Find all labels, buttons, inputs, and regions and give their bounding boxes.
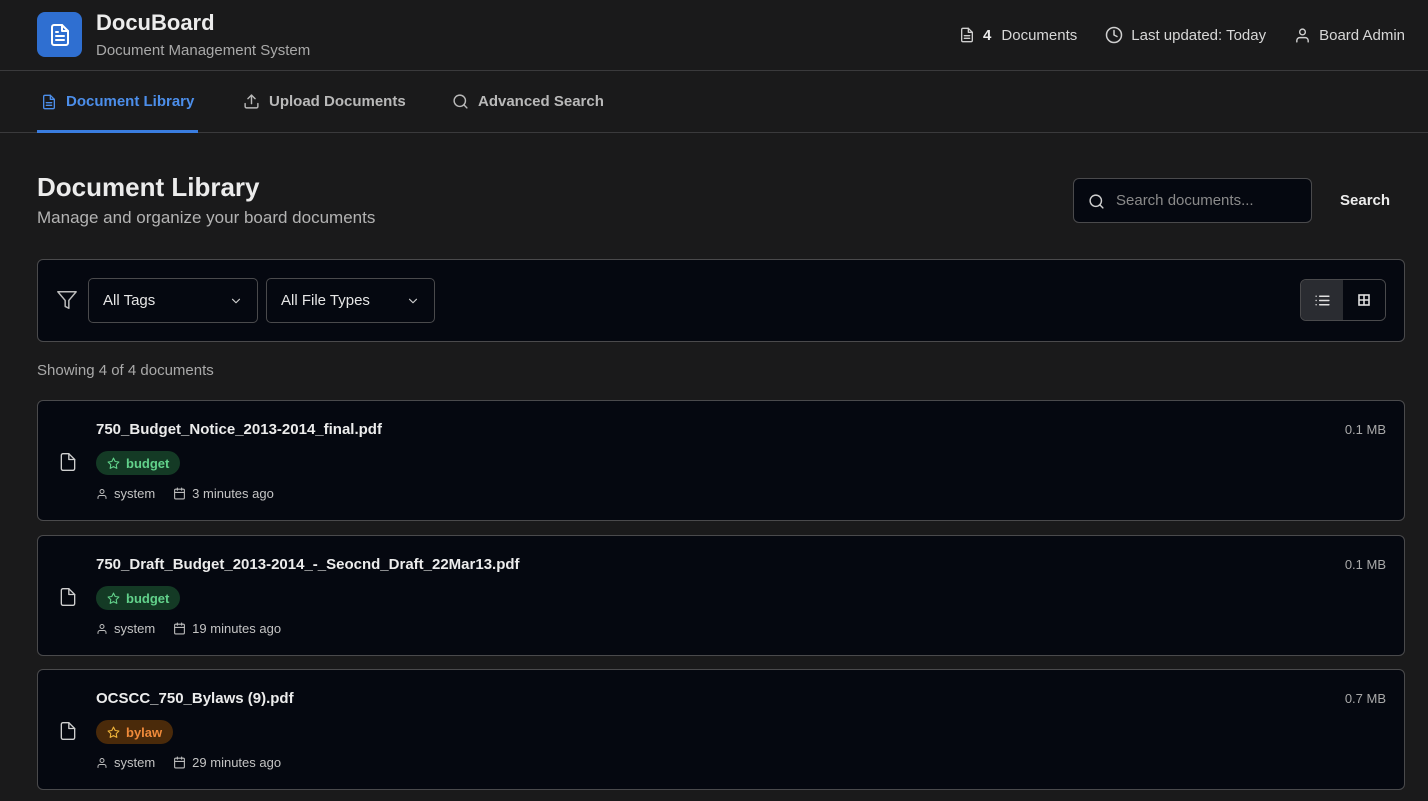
document-count-value: 4	[983, 26, 992, 44]
tag-badge[interactable]: budget	[96, 451, 181, 475]
user-icon	[1296, 27, 1309, 43]
star-icon	[107, 726, 120, 738]
time-ago: 19 minutes ago	[192, 621, 282, 636]
owner-name: system	[114, 755, 156, 770]
user-icon	[97, 757, 107, 768]
user-menu[interactable]: Board Admin	[1294, 27, 1405, 44]
user-icon	[97, 488, 107, 499]
file-icon	[60, 453, 76, 471]
page-subtitle: Manage and organize your board documents	[37, 208, 376, 227]
main-tabs: Document Library Upload Documents Advanc…	[0, 71, 1428, 133]
document-name[interactable]: 750_Draft_Budget_2013-2014_-_Seocnd_Draf…	[96, 556, 520, 573]
document-size: 0.7 MB	[1344, 691, 1386, 706]
last-updated: Last updated: Today	[1105, 26, 1266, 44]
calendar-icon	[174, 756, 186, 769]
search-box	[1073, 178, 1312, 223]
document-date: 29 minutes ago	[173, 755, 281, 770]
tag-badge[interactable]: bylaw	[96, 720, 174, 744]
document-size: 0.1 MB	[1344, 557, 1386, 572]
search-input[interactable]	[1116, 179, 1306, 222]
clock-icon	[1106, 26, 1123, 44]
results-count: Showing 4 of 4 documents	[37, 362, 214, 379]
document-owner: system	[96, 486, 155, 501]
tab-label: Advanced Search	[478, 93, 604, 110]
chevron-down-icon	[231, 298, 241, 303]
header-stats: 4 Documents Last updated: Today Board Ad…	[959, 24, 1405, 46]
search-icon	[1089, 194, 1104, 209]
file-icon	[60, 722, 76, 740]
search-button[interactable]: Search	[1330, 185, 1400, 217]
star-icon	[107, 457, 120, 469]
tab-label: Document Library	[66, 93, 195, 110]
tag-label: budget	[126, 455, 170, 471]
tag-label: budget	[126, 590, 170, 606]
document-owner: system	[96, 755, 155, 770]
app-logo[interactable]	[37, 12, 82, 57]
file-types-select[interactable]: All File Types	[266, 278, 435, 323]
star-icon	[107, 592, 120, 604]
owner-name: system	[114, 621, 156, 636]
tags-select-value: All Tags	[103, 292, 156, 309]
owner-name: system	[114, 486, 156, 501]
list-icon	[1314, 295, 1330, 305]
chevron-down-icon	[408, 298, 418, 303]
document-meta: system 3 minutes ago	[96, 486, 274, 501]
app-header: DocuBoard Document Management System 4 D…	[0, 0, 1428, 71]
file-text-icon	[50, 23, 69, 46]
time-ago: 3 minutes ago	[192, 486, 274, 501]
document-date: 3 minutes ago	[173, 486, 274, 501]
document-size: 0.1 MB	[1344, 422, 1386, 437]
tag-label: bylaw	[126, 724, 163, 740]
user-icon	[97, 623, 107, 634]
search-icon	[453, 94, 468, 109]
document-card[interactable]: OCSCC_750_Bylaws (9).pdf 0.7 MB bylaw sy…	[37, 669, 1405, 790]
grid-icon	[1358, 294, 1370, 306]
file-types-select-value: All File Types	[281, 292, 370, 309]
app-title: DocuBoard	[96, 10, 215, 35]
tag-badge[interactable]: budget	[96, 586, 181, 610]
calendar-icon	[174, 487, 186, 500]
filter-icon	[57, 291, 77, 309]
tags-select[interactable]: All Tags	[88, 278, 258, 323]
document-count-label: Documents	[1001, 26, 1078, 44]
upload-icon	[244, 94, 259, 109]
last-updated-text: Last updated: Today	[1131, 26, 1267, 44]
document-date: 19 minutes ago	[173, 621, 281, 636]
grid-view-button[interactable]	[1343, 280, 1385, 320]
document-meta: system 19 minutes ago	[96, 621, 281, 636]
list-view-button[interactable]	[1301, 280, 1343, 320]
file-icon	[60, 588, 76, 606]
tab-advanced-search[interactable]: Advanced Search	[452, 71, 604, 132]
document-meta: system 29 minutes ago	[96, 755, 281, 770]
file-icon	[961, 27, 974, 43]
tab-label: Upload Documents	[269, 93, 406, 110]
tab-document-library[interactable]: Document Library	[37, 71, 199, 133]
calendar-icon	[174, 622, 186, 635]
document-count: 4 Documents	[959, 26, 1077, 44]
document-name[interactable]: 750_Budget_Notice_2013-2014_final.pdf	[96, 421, 382, 438]
document-card[interactable]: 750_Draft_Budget_2013-2014_-_Seocnd_Draf…	[37, 535, 1405, 656]
user-name: Board Admin	[1319, 26, 1405, 44]
document-owner: system	[96, 621, 155, 636]
app-subtitle: Document Management System	[96, 42, 311, 59]
tab-upload-documents[interactable]: Upload Documents	[243, 71, 406, 132]
document-name[interactable]: OCSCC_750_Bylaws (9).pdf	[96, 690, 294, 707]
file-text-icon	[43, 94, 55, 109]
time-ago: 29 minutes ago	[192, 755, 282, 770]
document-card[interactable]: 750_Budget_Notice_2013-2014_final.pdf 0.…	[37, 400, 1405, 521]
page-title: Document Library	[37, 172, 260, 202]
filter-bar: All Tags All File Types	[37, 259, 1405, 342]
view-toggle	[1300, 279, 1386, 321]
